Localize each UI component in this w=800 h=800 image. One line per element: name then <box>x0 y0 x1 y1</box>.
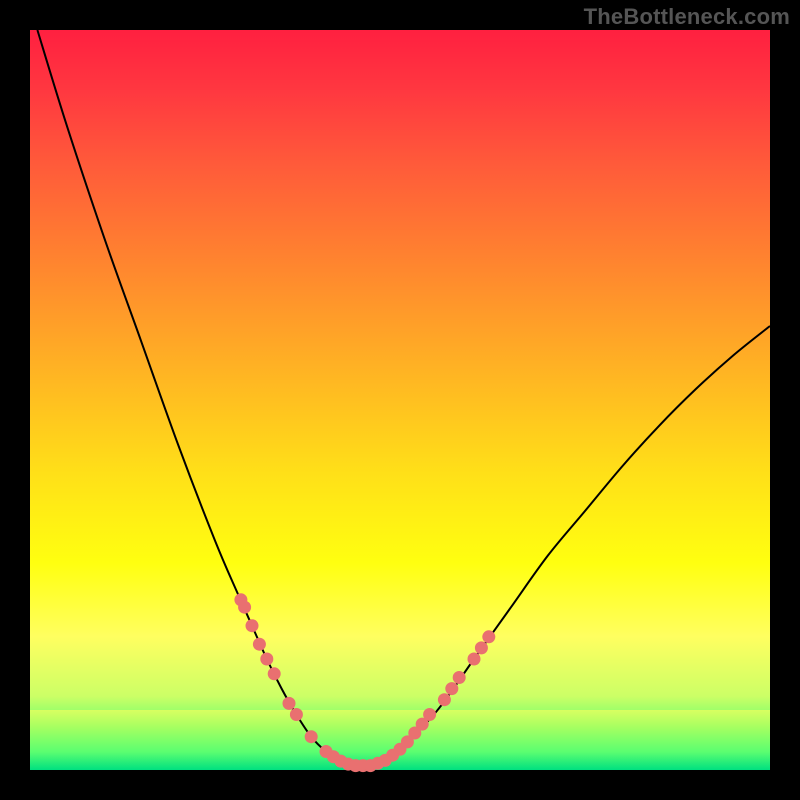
chart-svg <box>30 30 770 770</box>
data-marker <box>268 667 281 680</box>
data-marker <box>305 730 318 743</box>
data-marker <box>290 708 303 721</box>
data-marker <box>438 693 451 706</box>
data-marker <box>238 601 251 614</box>
data-marker <box>423 708 436 721</box>
data-marker <box>468 653 481 666</box>
data-marker <box>260 653 273 666</box>
data-marker <box>475 641 488 654</box>
data-marker <box>453 671 466 684</box>
data-markers-group <box>234 593 495 772</box>
bottleneck-curve <box>37 30 770 766</box>
data-marker <box>445 682 458 695</box>
watermark-text: TheBottleneck.com <box>584 4 790 30</box>
data-marker <box>253 638 266 651</box>
chart-frame: TheBottleneck.com <box>0 0 800 800</box>
data-marker <box>482 630 495 643</box>
data-marker <box>246 619 259 632</box>
data-marker <box>283 697 296 710</box>
